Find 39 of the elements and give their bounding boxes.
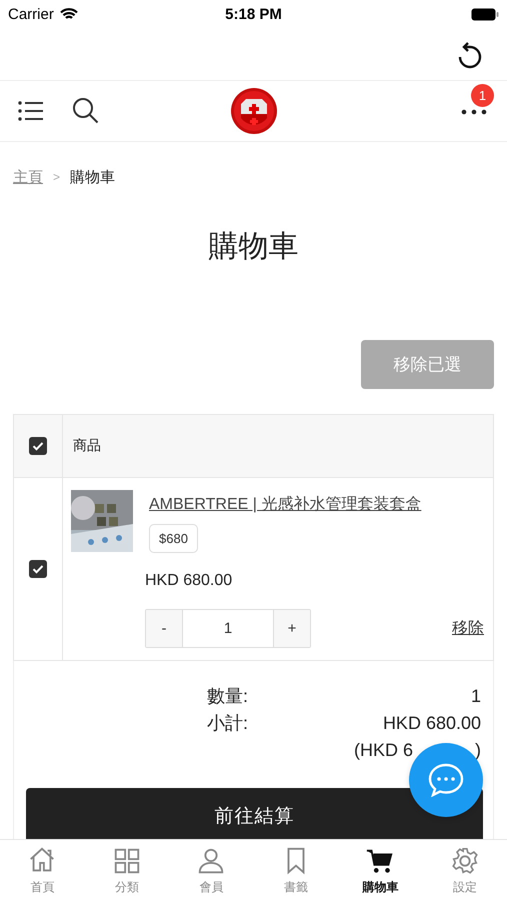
tab[interactable]: 購物車 (338, 840, 422, 900)
unit-price: HKD 680.00 (144, 572, 234, 590)
remove-link[interactable]: 移除 (452, 618, 484, 639)
battery-icon (471, 8, 500, 20)
product-link[interactable]: AMBERTREE | 光感补水管理套装套盒 (149, 494, 422, 515)
price-option-tag: $680 (149, 524, 198, 553)
tab[interactable]: 書籤 (254, 840, 338, 900)
carrier-label: Carrier (8, 6, 54, 22)
summary-label: 數量: (207, 685, 250, 708)
search-icon[interactable] (72, 97, 100, 125)
quantity-field[interactable]: 1 (182, 610, 274, 647)
breadcrumb-current: 購物車 (70, 168, 116, 186)
tab[interactable]: 首頁 (0, 840, 84, 900)
summary-note: ) (475, 739, 481, 762)
chat-icon (428, 763, 464, 797)
tab[interactable]: 分類 (84, 840, 169, 900)
notification-badge: 1 (471, 84, 494, 107)
tab[interactable]: 設定 (422, 840, 507, 900)
menu-icon[interactable] (18, 100, 44, 122)
decrement-button[interactable]: - (146, 610, 182, 647)
tab[interactable]: 會員 (169, 840, 254, 900)
column-header: 商品 (73, 437, 101, 455)
increment-button[interactable]: + (274, 610, 310, 647)
wifi-icon (60, 8, 78, 20)
quantity-stepper[interactable]: - 1 + (145, 609, 311, 648)
breadcrumb-separator: > (53, 170, 60, 184)
checkout-button[interactable]: 前往結算 (26, 788, 483, 839)
logo[interactable] (230, 87, 278, 135)
breadcrumb-link[interactable]: 主頁 (13, 168, 43, 186)
settings-icon (450, 846, 480, 876)
summary-value: HKD 680.00 (382, 712, 481, 735)
summary-value: 1 (470, 685, 481, 708)
checkbox[interactable] (29, 437, 47, 455)
summary-note: (HKD 6 (354, 739, 413, 762)
summary-label: 小計: (207, 712, 250, 735)
page-title: 購物車 (208, 229, 300, 265)
more-icon[interactable] (461, 109, 487, 115)
clock: 5:18 PM (224, 6, 283, 22)
checkbox[interactable] (29, 560, 47, 578)
